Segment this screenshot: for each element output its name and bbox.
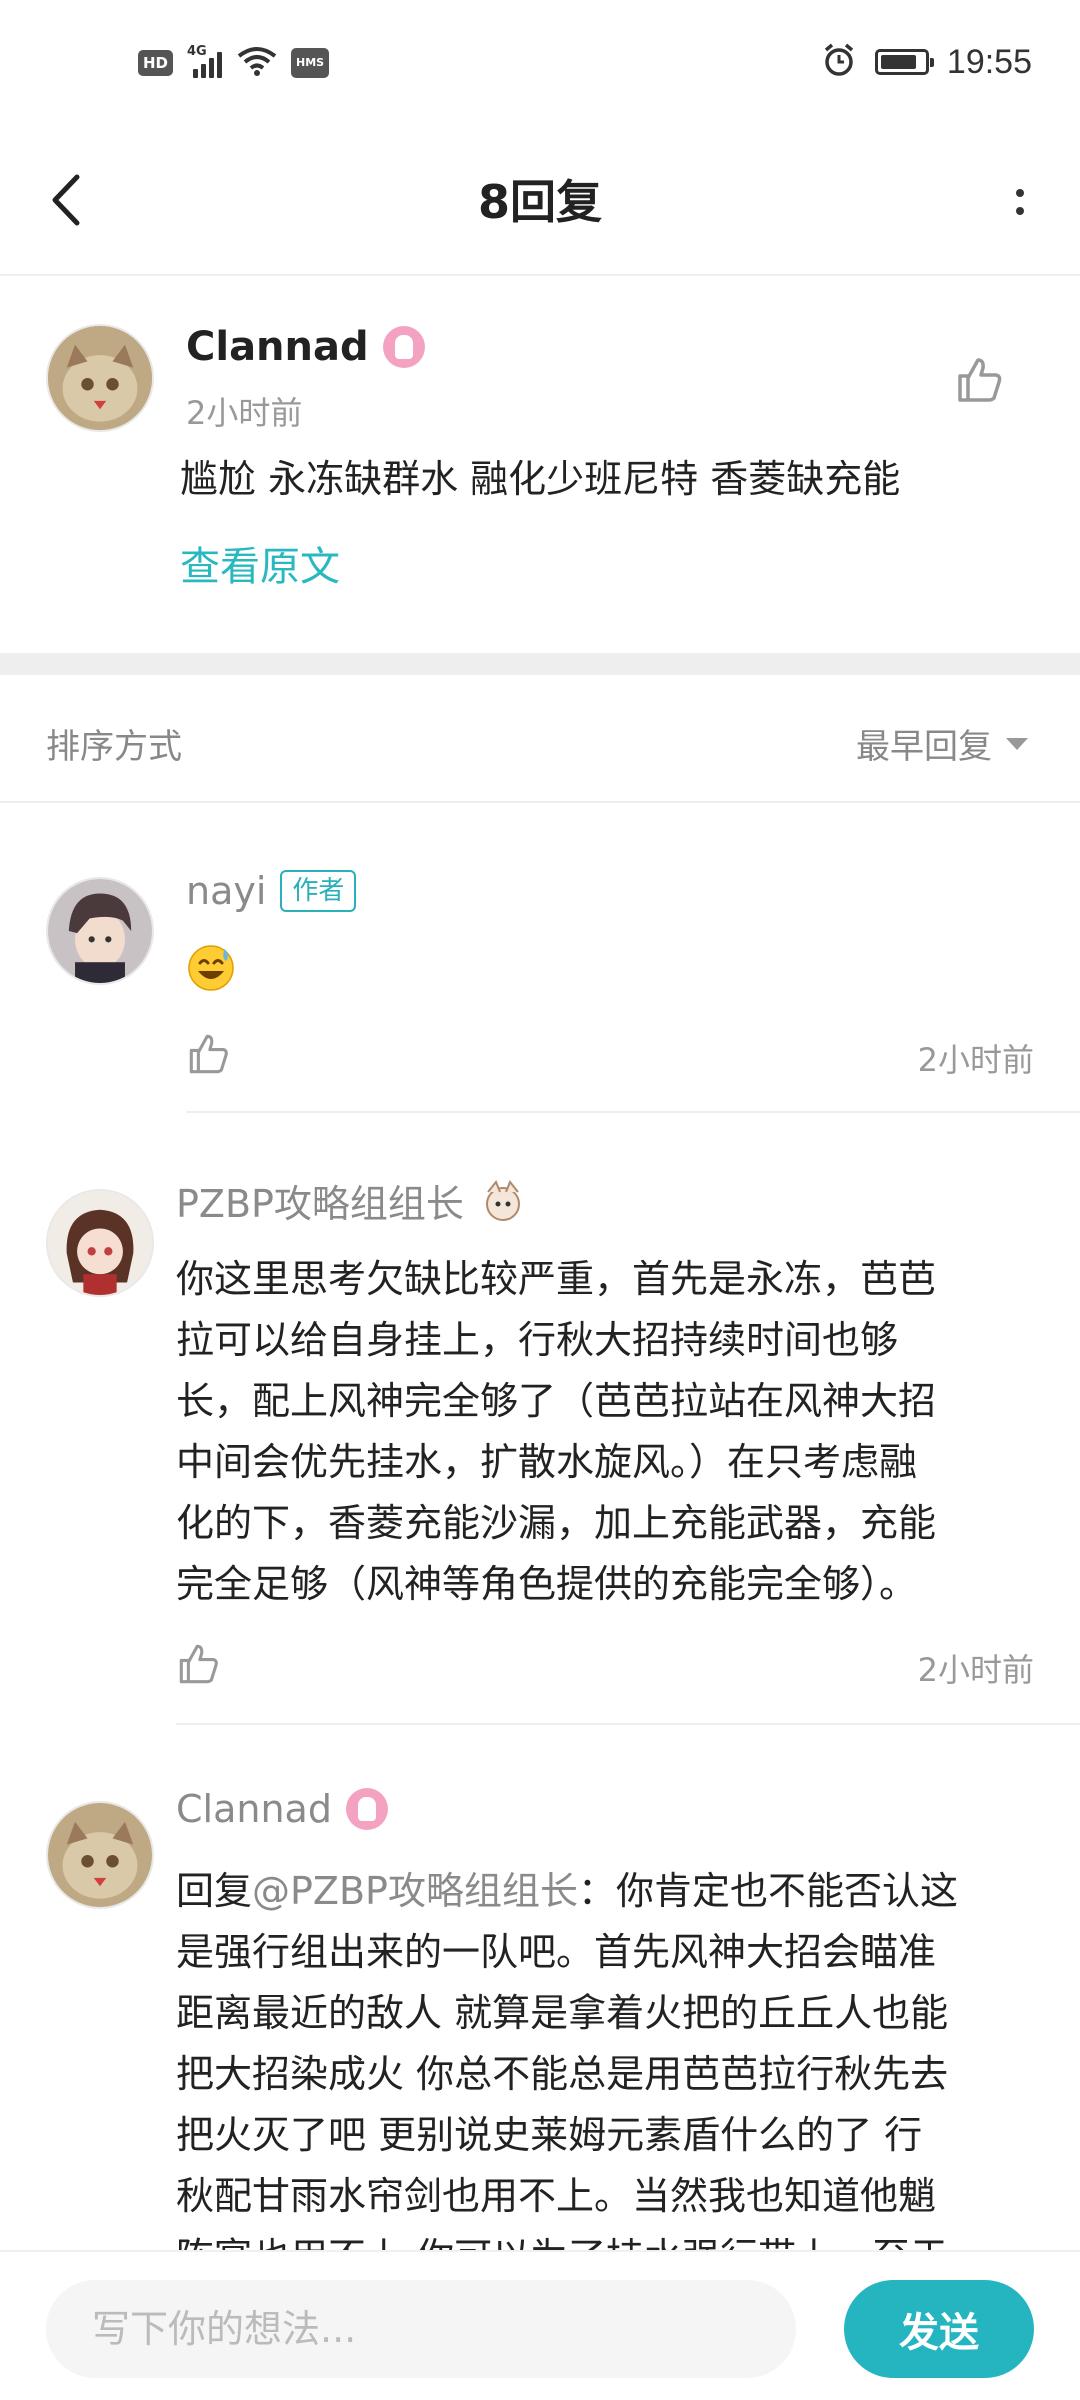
status-bar: HD 4G HMS 19:55 bbox=[0, 0, 1080, 130]
hd-icon: HD bbox=[138, 50, 174, 76]
avatar[interactable] bbox=[46, 324, 154, 432]
comment-line: 完全足够（风神等角色提供的充能完全够）。 bbox=[176, 1562, 918, 1606]
username[interactable]: nayi bbox=[186, 869, 266, 913]
comment-line: 长，配上风神完全够了（芭芭拉站在风神大招 bbox=[176, 1379, 937, 1423]
original-comment: Clannad 2小时前 尴尬 永冻缺群水 融化少班尼特 香菱缺充能 查看原文 bbox=[0, 278, 1080, 653]
top-bar: 8回复 bbox=[0, 130, 1080, 276]
reply-item: nayi 作者 2小时前 bbox=[0, 803, 1080, 1113]
comment-line: 距离最近的敌人 就算是拿着火把的丘丘人也能 bbox=[176, 1991, 949, 2035]
comment-text: 尴尬 永冻缺群水 融化少班尼特 香菱缺充能 bbox=[180, 457, 901, 501]
comment-author[interactable]: Clannad bbox=[176, 1787, 388, 1831]
status-icons-left: HD 4G HMS bbox=[138, 44, 330, 80]
comment-line: 秋配甘雨水帘剑也用不上。当然我也知道他魈 bbox=[176, 2174, 937, 2218]
timestamp: 2小时前 bbox=[186, 394, 303, 432]
more-options-button[interactable] bbox=[1000, 170, 1040, 234]
comment-text: 回复@PZBP攻略组组长：你肯定也不能否认这 是强行组出来的一队吧。首先风神大招… bbox=[176, 1861, 1036, 2250]
wifi-icon bbox=[237, 46, 277, 80]
comment-composer: 写下你的想法... 发送 bbox=[0, 2250, 1080, 2400]
comment-line: 拉可以给自身挂上，行秋大招持续时间也够 bbox=[176, 1318, 899, 1362]
avatar[interactable] bbox=[46, 877, 154, 985]
user-badge-icon bbox=[345, 1788, 388, 1830]
reply-item: Clannad 回复@PZBP攻略组组长：你肯定也不能否认这 是强行组出来的一队… bbox=[0, 1725, 1080, 2250]
sort-value: 最早回复 bbox=[856, 727, 992, 767]
comment-input[interactable]: 写下你的想法... bbox=[46, 2280, 796, 2378]
username[interactable]: PZBP攻略组组长 bbox=[176, 1173, 464, 1228]
comment-line: 把火灭了吧 更别说史莱姆元素盾什么的了 行 bbox=[176, 2113, 923, 2157]
send-button[interactable]: 发送 bbox=[844, 2280, 1034, 2378]
mention-link[interactable]: @PZBP攻略组组长 bbox=[252, 1869, 578, 1913]
comment-line: 回复@PZBP攻略组组长：你肯定也不能否认这 bbox=[176, 1861, 1036, 1922]
author-tag: 作者 bbox=[280, 870, 357, 912]
sort-label: 排序方式 bbox=[46, 727, 182, 767]
more-dot-icon bbox=[1016, 207, 1024, 215]
hms-icon: HMS bbox=[291, 48, 330, 78]
network-type-label: 4G bbox=[187, 44, 207, 59]
username[interactable]: Clannad bbox=[176, 1787, 332, 1831]
comment-line: 中间会优先挂水，扩散水旋风。）在只考虑融 bbox=[176, 1440, 918, 1484]
battery-icon bbox=[874, 49, 934, 75]
caret-down-icon bbox=[1006, 737, 1028, 750]
sort-dropdown[interactable]: 最早回复 bbox=[856, 719, 1028, 768]
comment-line: 是强行组出来的一队吧。首先风神大招会瞄准 bbox=[176, 1930, 937, 1974]
reply-item: PZBP攻略组组长 你这里思考欠缺比较严重，首先是永冻，芭芭 拉可以给自身挂上，… bbox=[0, 1113, 1080, 1725]
page-title: 8回复 bbox=[477, 175, 602, 229]
view-original-link[interactable]: 查看原文 bbox=[180, 534, 340, 592]
thumbs-up-icon bbox=[179, 1644, 218, 1684]
avatar[interactable] bbox=[46, 1189, 154, 1297]
reply-content bbox=[186, 943, 236, 997]
clock: 19:55 bbox=[946, 42, 1032, 81]
like-button[interactable] bbox=[954, 354, 1006, 406]
timestamp: 2小时前 bbox=[917, 1041, 1034, 1079]
like-button[interactable] bbox=[176, 1641, 222, 1687]
user-badge-icon bbox=[382, 326, 425, 368]
comment-line: 化的下，香菱充能沙漏，加上充能武器，充能 bbox=[176, 1501, 937, 1545]
comment-line: 陈宴也用不上 你可以为了持水强行带上。至于 bbox=[176, 2227, 1036, 2250]
comment-author[interactable]: PZBP攻略组组长 bbox=[176, 1173, 528, 1228]
comment-line: 把大招染成火 你总不能总是用芭芭拉行秋先去 bbox=[176, 2052, 949, 2096]
alarm-icon bbox=[821, 42, 857, 82]
comment-author[interactable]: nayi 作者 bbox=[186, 869, 357, 913]
status-icons-right: 19:55 bbox=[821, 42, 1032, 82]
username[interactable]: Clannad bbox=[186, 324, 369, 370]
like-button[interactable] bbox=[186, 1031, 232, 1077]
sweat-smile-emoji-icon bbox=[188, 945, 234, 991]
thumbs-up-icon bbox=[189, 1034, 228, 1074]
comment-text: 你这里思考欠缺比较严重，首先是永冻，芭芭 拉可以给自身挂上，行秋大招持续时间也够… bbox=[176, 1249, 1036, 1615]
cellular-signal-icon: 4G bbox=[187, 44, 223, 78]
timestamp: 2小时前 bbox=[917, 1651, 1034, 1689]
reply-prefix: 回复 bbox=[176, 1869, 253, 1913]
section-divider bbox=[0, 653, 1080, 675]
comment-author[interactable]: Clannad bbox=[186, 324, 425, 370]
thumbs-up-icon bbox=[958, 358, 1002, 402]
more-dot-icon bbox=[1016, 189, 1024, 197]
comment-line-rest: ：你肯定也不能否认这 bbox=[577, 1869, 958, 1913]
avatar[interactable] bbox=[46, 1801, 154, 1909]
comment-line: 你这里思考欠缺比较严重，首先是永冻，芭芭 bbox=[176, 1257, 937, 1301]
sort-bar: 排序方式 最早回复 bbox=[0, 675, 1080, 803]
user-badge-icon bbox=[485, 1179, 520, 1221]
